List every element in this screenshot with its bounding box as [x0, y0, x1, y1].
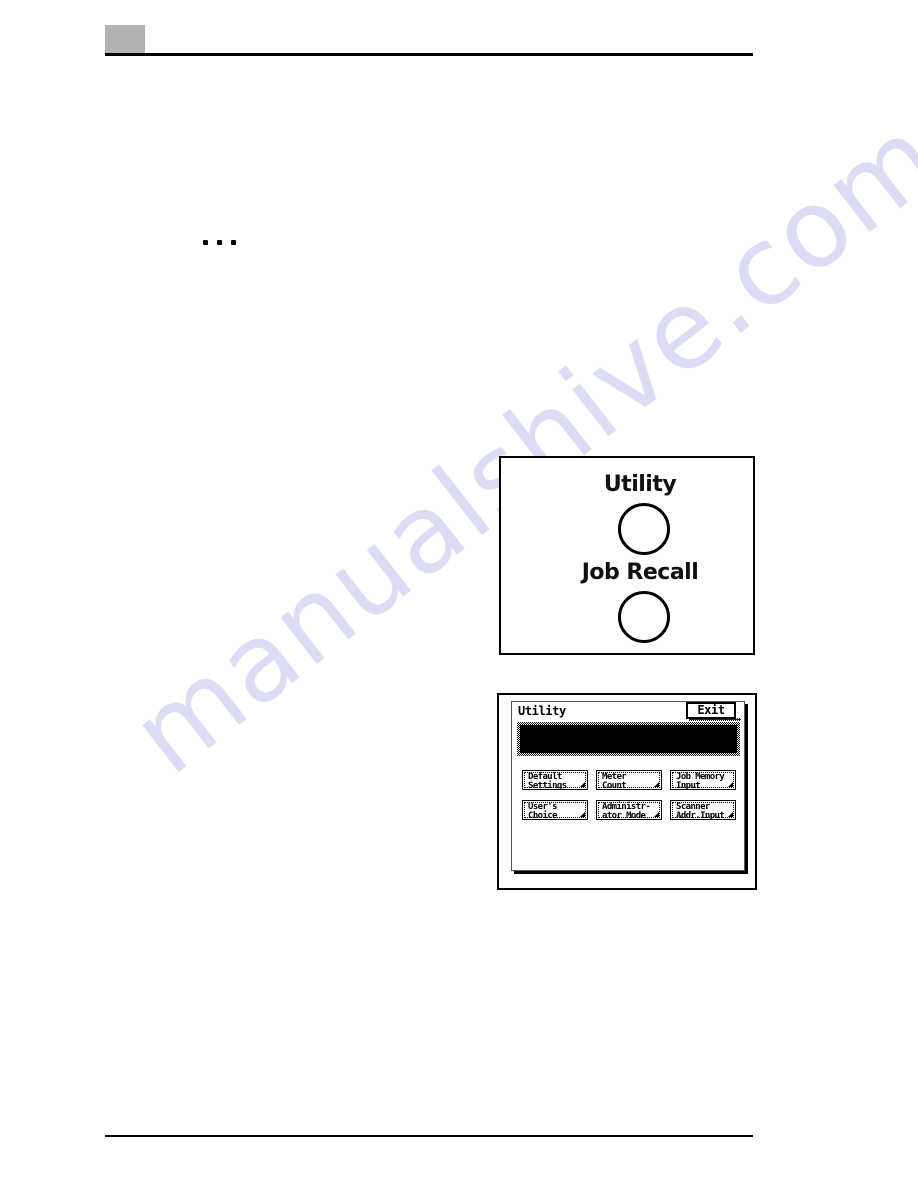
job-memory-input-button[interactable]: Job Memory Input — [670, 770, 736, 790]
bullet-marker — [203, 240, 236, 245]
lcd-button-row: User's Choice Administr- ator Mode Scann… — [522, 800, 738, 820]
meter-count-button[interactable]: Meter Count — [596, 770, 662, 790]
default-settings-button[interactable]: Default Settings — [522, 770, 588, 790]
bullet-dot-1 — [203, 240, 208, 245]
exit-button[interactable]: Exit — [686, 702, 741, 721]
bullet-dot-3 — [231, 240, 236, 245]
lcd-menu-buttons: Default Settings Meter Count Job Memory … — [522, 770, 738, 820]
utility-key-label: Utility — [603, 472, 677, 497]
footer-rule — [105, 1135, 753, 1137]
lcd-message-text — [520, 725, 737, 753]
lcd-button-row: Default Settings Meter Count Job Memory … — [522, 770, 738, 790]
lcd-message-area — [517, 722, 740, 756]
job-recall-key-button[interactable] — [618, 591, 670, 643]
figure-operation-panel-keys: Utility Job Recall — [499, 456, 755, 655]
lcd-screen: Utility Exit Default Settings Meter Coun… — [511, 701, 745, 871]
key-group: Utility Job Recall — [501, 458, 753, 653]
job-recall-key-label: Job Recall — [581, 560, 699, 585]
utility-key-button[interactable] — [618, 503, 670, 555]
bullet-dot-2 — [217, 240, 222, 245]
header-chapter-tab — [105, 25, 145, 53]
manual-page: manualshive.com Utility Job Recall Utili… — [0, 0, 918, 1188]
lcd-screen-title: Utility — [518, 704, 566, 718]
watermark: manualshive.com — [0, 0, 918, 1188]
lcd-title-bar: Utility Exit — [512, 702, 744, 721]
figure-lcd-utility-screen: Utility Exit Default Settings Meter Coun… — [497, 693, 757, 890]
scanner-addr-input-button[interactable]: Scanner Addr.Input — [670, 800, 736, 820]
administrator-mode-button[interactable]: Administr- ator Mode — [596, 800, 662, 820]
users-choice-button[interactable]: User's Choice — [522, 800, 588, 820]
header-rule — [105, 53, 753, 56]
